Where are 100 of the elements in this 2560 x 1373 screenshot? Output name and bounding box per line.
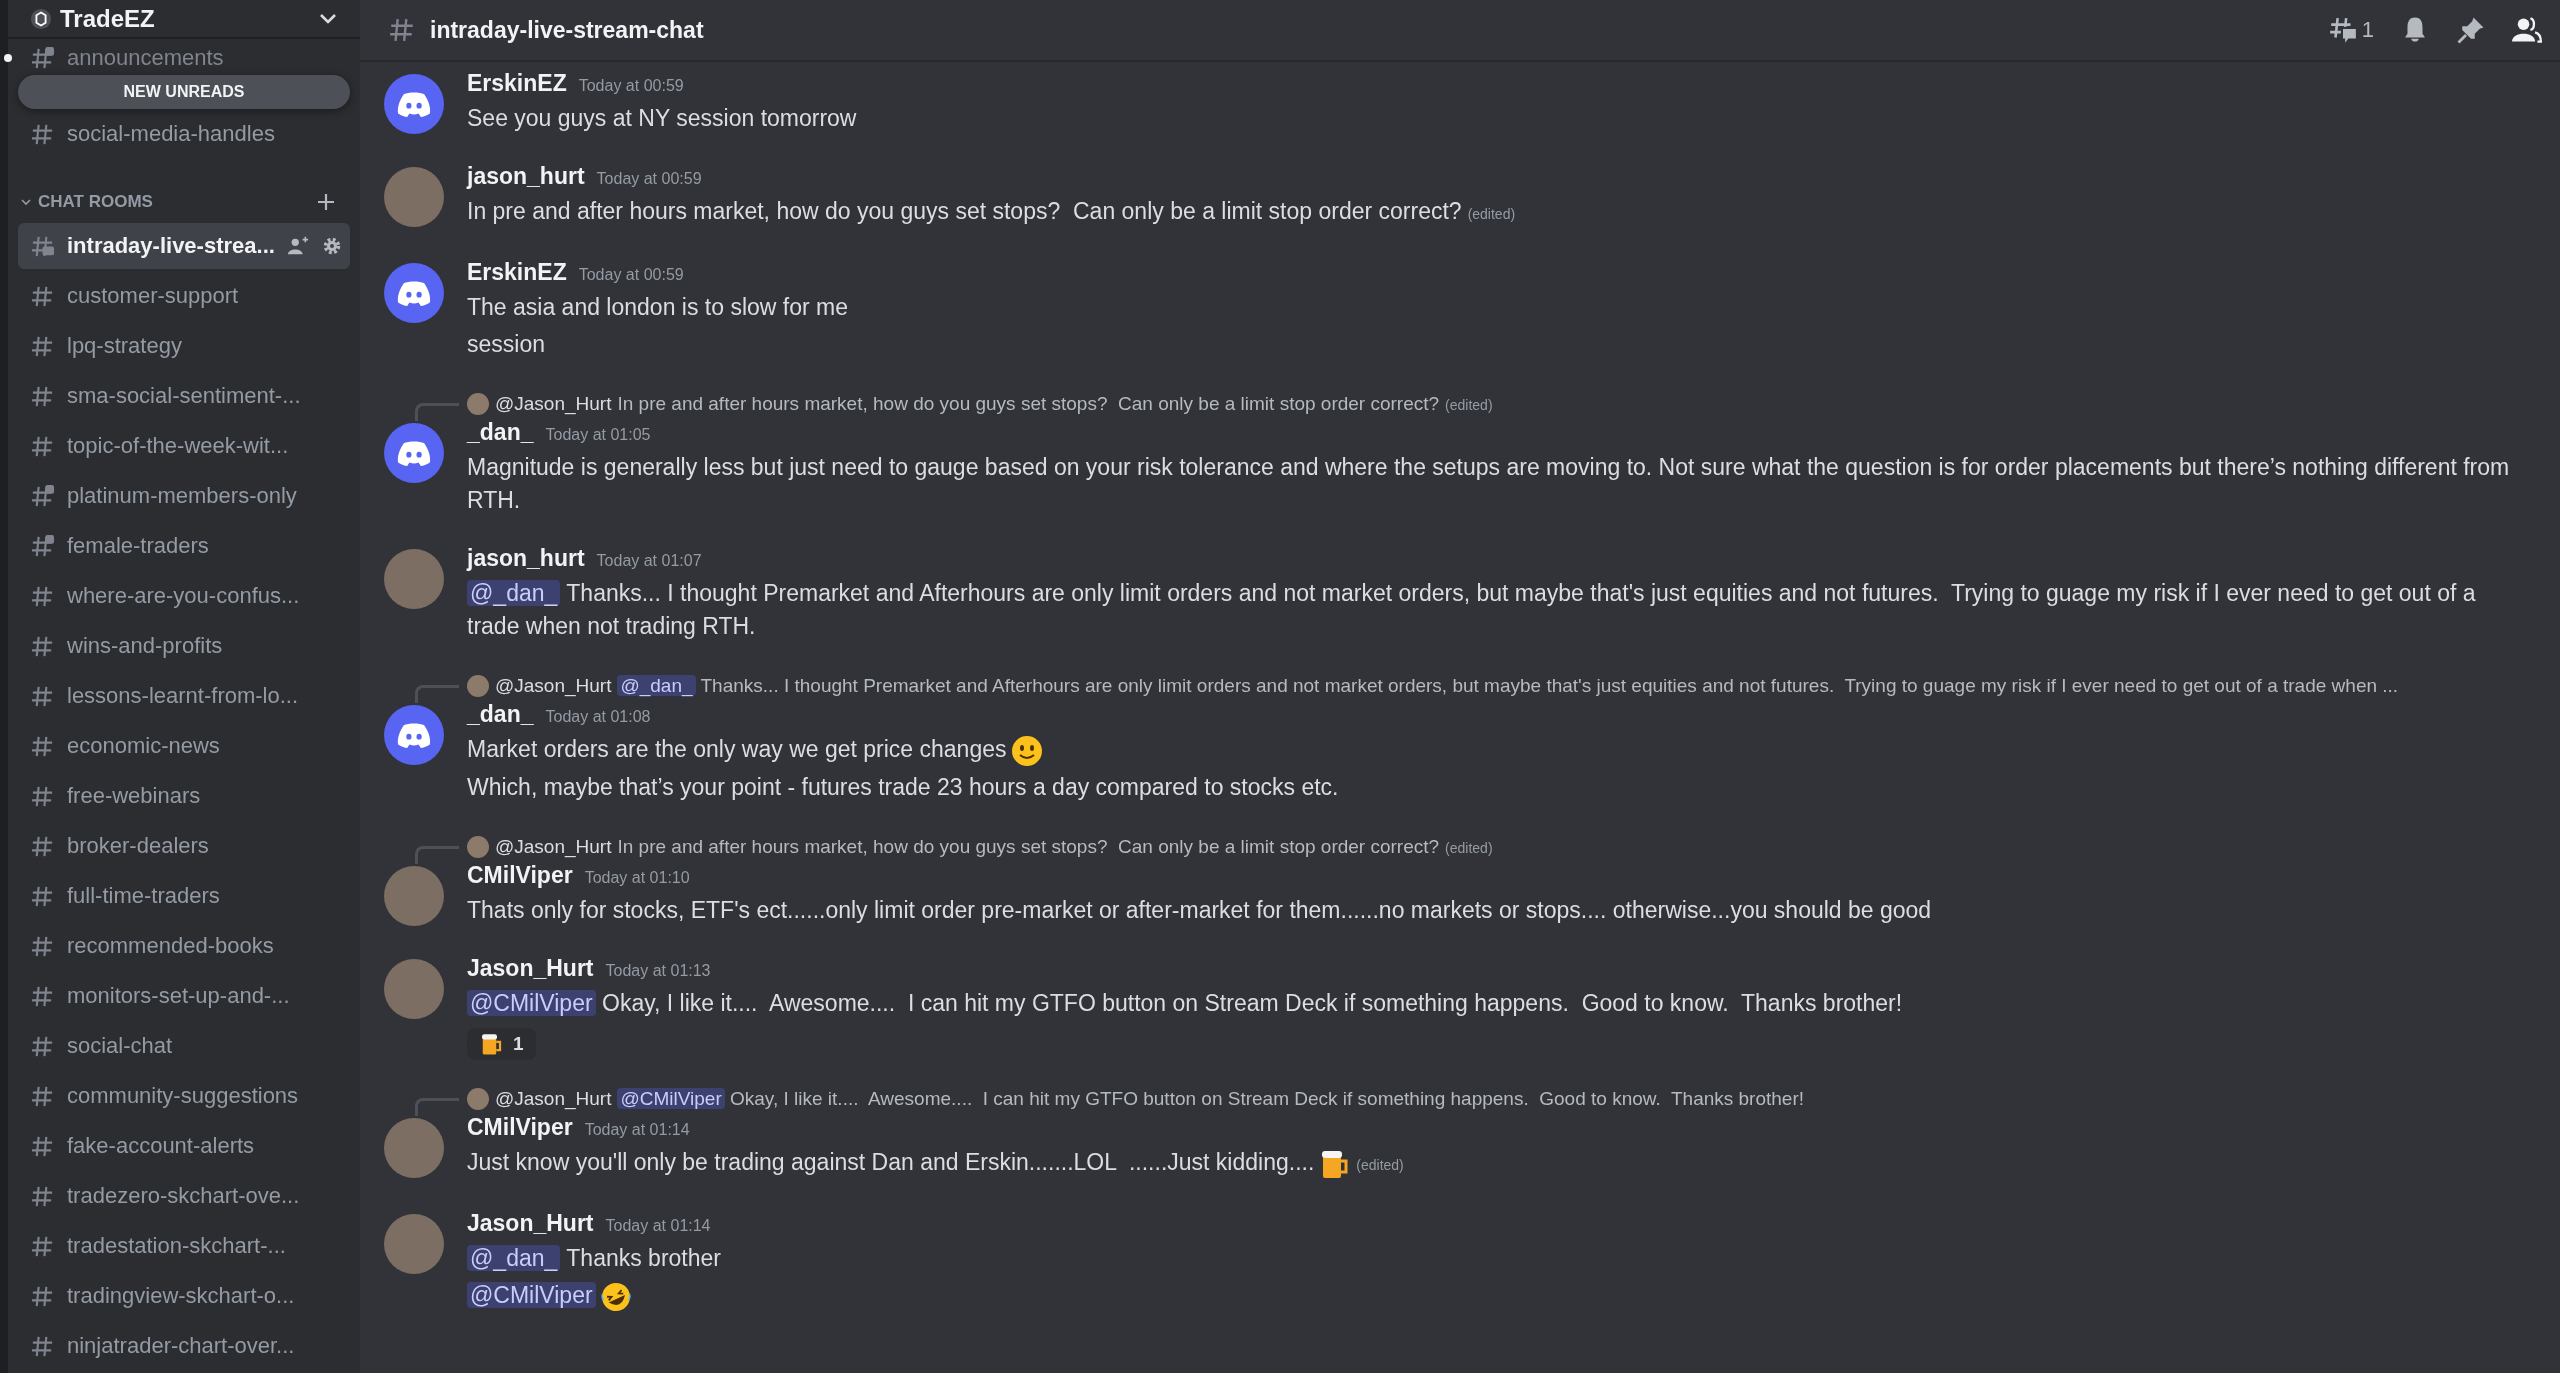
channel-item[interactable]: social-chat — [18, 1023, 350, 1069]
hash-icon — [30, 45, 55, 71]
controller-icon — [397, 722, 431, 748]
timestamp: Today at 01:07 — [596, 552, 702, 570]
avatar — [467, 1087, 489, 1110]
reply-author[interactable]: @Jason_Hurt — [495, 393, 612, 415]
author-name[interactable]: ErskinEZ — [467, 70, 567, 97]
author-name[interactable]: CMilViper — [467, 861, 573, 889]
author-name[interactable]: ErskinEZ — [467, 259, 567, 286]
mention[interactable]: @_dan_ — [467, 580, 561, 606]
channel-item[interactable]: social-media-handles — [18, 111, 350, 157]
add-member-icon[interactable] — [286, 235, 309, 257]
pin-icon[interactable] — [2456, 15, 2486, 45]
plus-icon[interactable] — [316, 192, 336, 212]
channel-item[interactable]: broker-dealers — [18, 823, 350, 869]
hash-icon — [30, 533, 55, 559]
avatar[interactable] — [384, 74, 444, 134]
channel-item[interactable]: ninjatrader-chart-over... — [18, 1323, 350, 1369]
channel-item[interactable]: fake-account-alerts — [18, 1123, 350, 1169]
channel-item[interactable]: lessons-learnt-from-lo... — [18, 673, 350, 719]
unread-indicator — [4, 54, 12, 62]
channel-item[interactable]: tradezero-skchart-ove... — [18, 1173, 350, 1219]
timestamp: Today at 01:14 — [584, 1120, 690, 1139]
reply-author[interactable]: @Jason_Hurt — [495, 835, 612, 858]
author-name[interactable]: Jason_Hurt — [467, 1209, 594, 1237]
avatar — [467, 675, 489, 697]
message-text: Magnitude is generally less but just need to gauge based on your risk tolerance and where the setups are moving to. Not sure what the question is for order placements but there’s nothing different from RTH. — [467, 453, 2511, 515]
new-unreads-button[interactable]: NEW UNREADS — [18, 75, 350, 109]
channel-item[interactable]: platinum-members-only — [18, 473, 350, 519]
threads-icon[interactable] — [2327, 15, 2358, 45]
timestamp: Today at 01:05 — [545, 426, 651, 444]
avatar[interactable] — [384, 263, 444, 323]
reply-preview[interactable]: In pre and after hours market, how do you guys set stops? Can only be a limit stop order correct? (edited) — [617, 393, 1493, 415]
channel-item[interactable]: economic-news — [18, 723, 350, 769]
channel-title: intraday-live-stream-chat — [430, 16, 705, 44]
channel-item[interactable]: wins-and-profits — [18, 623, 350, 669]
channel-item[interactable]: free-webinars — [18, 773, 350, 819]
reply-preview[interactable]: In pre and after hours market, how do you guys set stops? Can only be a limit stop order correct? (edited) — [617, 835, 1493, 858]
avatar — [467, 393, 489, 415]
mention[interactable]: @_dan_ — [617, 675, 696, 696]
author-name[interactable]: CMilViper — [467, 1113, 573, 1141]
channel-item[interactable]: female-traders — [18, 523, 350, 569]
timestamp: Today at 01:08 — [545, 708, 651, 726]
reply-author[interactable]: @Jason_Hurt — [495, 675, 612, 697]
chevron-icon[interactable] — [20, 196, 32, 208]
category-label[interactable]: CHAT ROOMS — [38, 192, 310, 212]
reply-connector — [415, 1097, 459, 1116]
channel-item[interactable]: customer-support — [18, 273, 350, 319]
reply-author[interactable]: @Jason_Hurt — [495, 1087, 612, 1110]
channel-item[interactable]: where-are-you-confus... — [18, 573, 350, 619]
channel-item[interactable]: lpq-strategy — [18, 323, 350, 369]
hash-icon — [388, 16, 416, 44]
reply-preview[interactable]: @CMilViper Okay, I like it.... Awesome.... I can hit my GTFO button on Stream Deck if something happens. Good to know. Thanks brother! — [617, 1087, 1805, 1110]
channel-item[interactable]: tradingview-skchart-o... — [18, 1273, 350, 1319]
laughing-emoji-icon — [599, 1280, 632, 1313]
thread-count: 1 — [2361, 17, 2374, 43]
edited-label: (edited) — [1445, 839, 1493, 856]
channel-item[interactable]: full-time-traders — [18, 873, 350, 919]
reaction-button[interactable]: 1 — [467, 1027, 536, 1060]
avatar[interactable] — [384, 705, 444, 765]
timestamp: Today at 00:59 — [578, 77, 684, 95]
timestamp: Today at 01:13 — [605, 961, 711, 980]
channel-item[interactable]: sma-social-sentiment-... — [18, 373, 350, 419]
channel-item[interactable]: tradestation-skchart-... — [18, 1223, 350, 1269]
mention[interactable]: @CMilViper — [467, 1281, 596, 1308]
channel-item[interactable]: topic-of-the-week-wit... — [18, 423, 350, 469]
message-text: @CMilViper Okay, I like it.... Awesome.... I can hit my GTFO button on Stream Deck if something happens. Good to know. Thanks brother! — [467, 986, 2520, 1020]
channel-item[interactable]: recommended-books — [18, 923, 350, 969]
server-icon — [30, 7, 52, 30]
timestamp: Today at 00:59 — [578, 266, 684, 284]
message-text: session — [467, 330, 546, 359]
members-icon[interactable] — [2512, 15, 2542, 45]
message-text: Market orders are the only way we get price changes — [467, 733, 2520, 767]
avatar[interactable] — [384, 423, 444, 483]
channel-item[interactable]: announcements — [18, 43, 350, 73]
message-text: Just know you'll only be trading against Dan and Erskin.......LOL ......Just kidding.... (edited) — [467, 1145, 2520, 1182]
reply-preview[interactable]: @_dan_ Thanks... I thought Premarket and Afterhours are only limit orders and not market orders, but maybe that's just equities and not futures. Trying to guage my risk if I ever need to get out of a trade when ... — [617, 675, 2399, 697]
message-text: In pre and after hours market, how do you guys set stops? Can only be a limit stop order correct? (edited) — [467, 197, 1517, 226]
mention[interactable]: @_dan_ — [467, 1244, 561, 1271]
author-name[interactable]: _dan_ — [467, 701, 534, 728]
avatar — [467, 835, 489, 858]
message-text: Thats only for stocks, ETF's ect......only limit order pre-market or after-market for them......no markets or stops.... otherwise...you should be good — [467, 895, 1933, 925]
mention[interactable]: @CMilViper — [617, 1087, 725, 1109]
hash-icon — [30, 483, 55, 509]
channel-item[interactable]: community-suggestions — [18, 1073, 350, 1119]
author-name[interactable]: Jason_Hurt — [467, 954, 594, 982]
author-name[interactable]: jason_hurt — [467, 545, 585, 572]
edited-label: (edited) — [1356, 1156, 1404, 1173]
mention[interactable]: @CMilViper — [467, 989, 596, 1016]
message-text: @_dan_ Thanks... I thought Premarket and Afterhours are only limit orders and not market orders, but maybe that's just equities and not futures. Trying to guage my risk if I ever need to get out of a trade when not trading RTH. — [467, 579, 2477, 641]
author-name[interactable]: jason_hurt — [467, 163, 585, 190]
controller-icon — [397, 440, 431, 466]
channel-item[interactable]: monitors-set-up-and-... — [18, 973, 350, 1019]
server-name[interactable]: TradeEZ — [60, 4, 308, 33]
controller-icon — [397, 91, 431, 117]
channel-item[interactable]: intraday-live-strea... — [18, 223, 350, 269]
edited-label: (edited) — [1445, 397, 1493, 413]
beer-mug-icon — [479, 1031, 503, 1056]
author-name[interactable]: _dan_ — [467, 419, 534, 446]
reply-connector — [415, 403, 459, 421]
